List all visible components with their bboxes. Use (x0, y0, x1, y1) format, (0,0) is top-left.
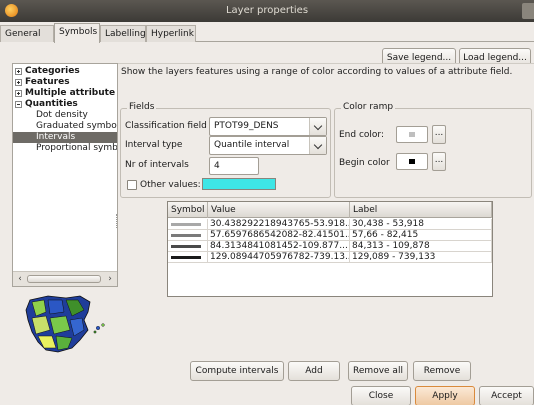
begin-color-label: Begin color (339, 158, 390, 168)
classification-field-value: PTOT99_DENS (214, 121, 279, 131)
classification-field-select[interactable]: PTOT99_DENS (209, 117, 327, 136)
label-cell[interactable]: 84,313 - 109,878 (350, 241, 492, 252)
symbology-tree: Categories Features Multiple attribute Q… (12, 63, 118, 287)
tree-item-quantities[interactable]: Quantities (13, 99, 117, 110)
window-title: Layer properties (225, 5, 309, 16)
tree-item-label: Multiple attribute (25, 88, 116, 98)
table-row[interactable]: 129.08944705976782-739.13... 129,089 - 7… (168, 252, 492, 263)
add-button[interactable]: Add (288, 361, 340, 381)
label-cell[interactable]: 129,089 - 739,133 (350, 252, 492, 263)
symbol-swatch (171, 256, 201, 259)
map-region (47, 299, 65, 315)
tree-item-graduated-symbols[interactable]: Graduated symbo (13, 121, 117, 132)
classification-field-label: Classification field (125, 121, 207, 131)
symbol-swatch (171, 234, 201, 237)
compute-intervals-button[interactable]: Compute intervals (190, 361, 284, 381)
tree-item-proportional-symbols[interactable]: Proportional symb (13, 143, 118, 154)
tree-item-categories[interactable]: Categories (13, 66, 117, 77)
apply-button[interactable]: Apply (415, 386, 475, 405)
splitter-handle[interactable] (116, 214, 118, 228)
tree-item-label: Categories (25, 66, 80, 76)
nr-intervals-input[interactable]: 4 (209, 157, 259, 175)
tab-hyperlink[interactable]: Hyperlink (146, 25, 196, 42)
window-control-button[interactable] (522, 3, 534, 19)
tree-item-intervals[interactable]: Intervals (13, 132, 117, 143)
tree-item-label: Dot density (36, 110, 88, 120)
scroll-right-icon[interactable]: › (104, 273, 116, 285)
color-ramp-group-title: Color ramp (341, 102, 396, 112)
description-text: Show the layers features using a range o… (118, 63, 534, 93)
begin-color-button[interactable] (396, 153, 428, 170)
tree-item-label: Graduated symbo (36, 121, 117, 131)
begin-color-swatch (409, 159, 415, 164)
end-color-picker-button[interactable]: ... (432, 125, 446, 144)
table-row[interactable]: 30.438292218943765-53.918... 30,438 - 53… (168, 219, 492, 230)
map-preview (25, 295, 105, 353)
map-island (101, 323, 105, 327)
remove-button[interactable]: Remove (413, 361, 471, 381)
tree-item-label: Intervals (36, 132, 76, 142)
tab-symbols[interactable]: Symbols (54, 23, 100, 43)
symbol-swatch (171, 223, 201, 226)
column-header-label[interactable]: Label (350, 202, 492, 218)
scroll-left-icon[interactable]: ‹ (14, 273, 26, 285)
column-header-value[interactable]: Value (208, 202, 350, 218)
interval-type-value: Quantile interval (214, 140, 290, 150)
symbol-swatch (171, 245, 201, 248)
close-button[interactable]: Close (351, 386, 411, 405)
other-values-color-swatch[interactable] (202, 178, 276, 190)
tree-item-multiple-attribute[interactable]: Multiple attribute (13, 88, 117, 99)
nr-intervals-label: Nr of intervals (125, 160, 189, 170)
map-island (93, 330, 97, 334)
tree-item-label: Proportional symb (36, 143, 118, 153)
value-cell[interactable]: 57.6597686542082-82.41501... (208, 230, 350, 241)
expand-icon[interactable] (15, 90, 22, 97)
symbol-cell[interactable] (168, 219, 208, 230)
remove-all-button[interactable]: Remove all (348, 361, 408, 381)
end-color-button[interactable] (396, 126, 428, 143)
tree-horizontal-scrollbar[interactable]: ‹ › (13, 271, 117, 286)
begin-color-picker-button[interactable]: ... (432, 152, 446, 171)
interval-type-select[interactable]: Quantile interval (209, 136, 327, 155)
tree-item-dot-density[interactable]: Dot density (13, 110, 117, 121)
tree-item-features[interactable]: Features (13, 77, 117, 88)
title-bar: Layer properties (0, 0, 534, 22)
label-cell[interactable]: 30,438 - 53,918 (350, 219, 492, 230)
collapse-icon[interactable] (15, 101, 22, 108)
interval-type-label: Interval type (125, 140, 183, 150)
accept-button[interactable]: Accept (479, 386, 534, 405)
other-values-checkbox[interactable] (127, 180, 137, 190)
tab-general[interactable]: General (0, 25, 54, 42)
symbol-cell[interactable] (168, 252, 208, 263)
table-row[interactable]: 57.6597686542082-82.41501... 57,66 - 82,… (168, 230, 492, 241)
fields-group-title: Fields (127, 102, 157, 112)
expand-icon[interactable] (15, 79, 22, 86)
symbol-cell[interactable] (168, 230, 208, 241)
tab-labelling[interactable]: Labelling (100, 25, 146, 42)
symbol-cell[interactable] (168, 241, 208, 252)
chevron-down-icon[interactable] (309, 137, 326, 154)
value-cell[interactable]: 129.08944705976782-739.13... (208, 252, 350, 263)
value-cell[interactable]: 30.438292218943765-53.918... (208, 219, 350, 230)
tree-item-label: Features (25, 77, 70, 87)
column-header-symbol[interactable]: Symbol (168, 202, 208, 218)
end-color-label: End color: (339, 130, 384, 140)
expand-icon[interactable] (15, 68, 22, 75)
value-cell[interactable]: 84.3134841081452-109.877... (208, 241, 350, 252)
table-row[interactable]: 84.3134841081452-109.877... 84,313 - 109… (168, 241, 492, 252)
intervals-table: Symbol Value Label 30.438292218943765-53… (167, 201, 493, 297)
table-header: Symbol Value Label (168, 202, 492, 218)
tab-bar: General Symbols Labelling Hyperlink (0, 22, 534, 43)
tree-item-label: Quantities (25, 99, 78, 109)
end-color-swatch (409, 132, 415, 137)
other-values-label: Other values: (140, 180, 201, 190)
scrollbar-thumb[interactable] (27, 275, 101, 283)
chevron-down-icon[interactable] (309, 118, 326, 135)
map-island (95, 326, 100, 331)
label-cell[interactable]: 57,66 - 82,415 (350, 230, 492, 241)
